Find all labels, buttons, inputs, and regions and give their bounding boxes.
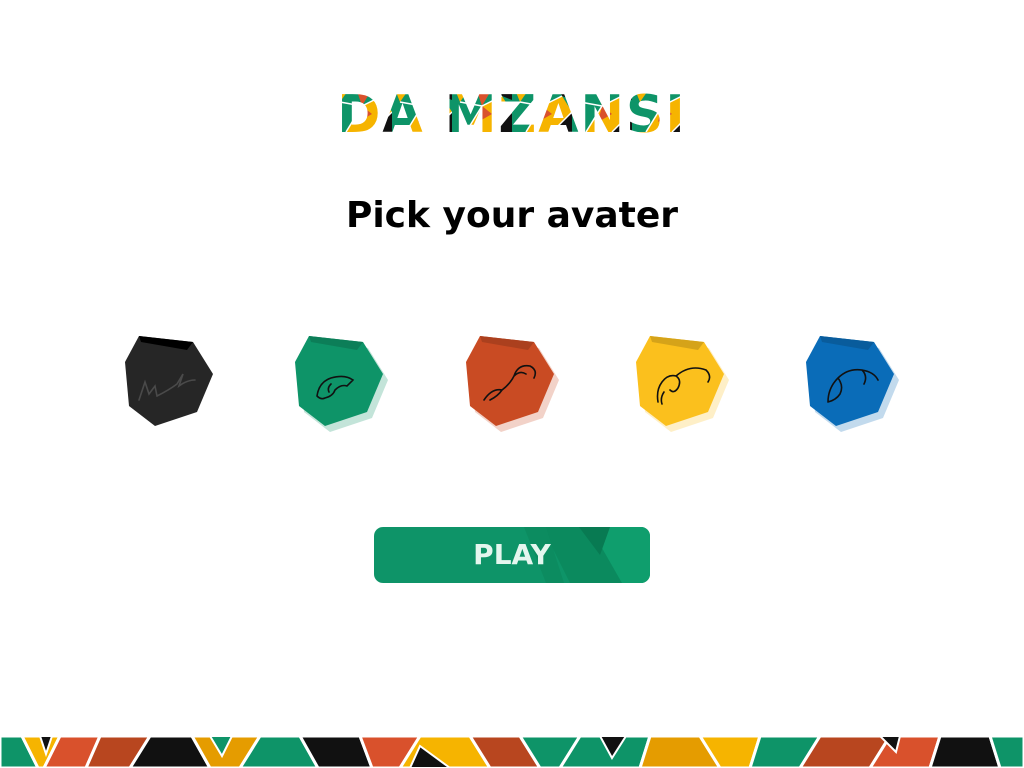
avatar-picker xyxy=(0,328,1024,438)
avatar-leopard[interactable] xyxy=(285,328,395,438)
leopard-icon xyxy=(295,336,388,432)
lion-icon xyxy=(806,336,899,432)
mosaic-pattern xyxy=(0,736,1024,768)
avatar-tile xyxy=(125,336,213,426)
play-button-label: PLAY xyxy=(473,538,551,571)
play-button[interactable]: PLAY xyxy=(374,527,650,583)
game-screen: DA MZANSI Pick your avater PLAY xyxy=(0,0,1024,768)
logo-graphic: DA MZANSI xyxy=(337,85,687,142)
avatar-buffalo[interactable] xyxy=(456,328,566,438)
decorative-border xyxy=(0,736,1024,768)
avatar-elephant[interactable] xyxy=(626,328,736,438)
pattern-tile xyxy=(928,736,1002,768)
logo-text: DA MZANSI xyxy=(337,85,687,142)
avatar-rhino[interactable] xyxy=(115,328,225,438)
buffalo-icon xyxy=(466,336,559,432)
rhino-icon xyxy=(125,336,213,426)
avatar-lion[interactable] xyxy=(796,328,906,438)
game-logo: DA MZANSI xyxy=(0,82,1024,142)
page-title: Pick your avater xyxy=(345,195,679,236)
elephant-icon xyxy=(636,336,729,432)
